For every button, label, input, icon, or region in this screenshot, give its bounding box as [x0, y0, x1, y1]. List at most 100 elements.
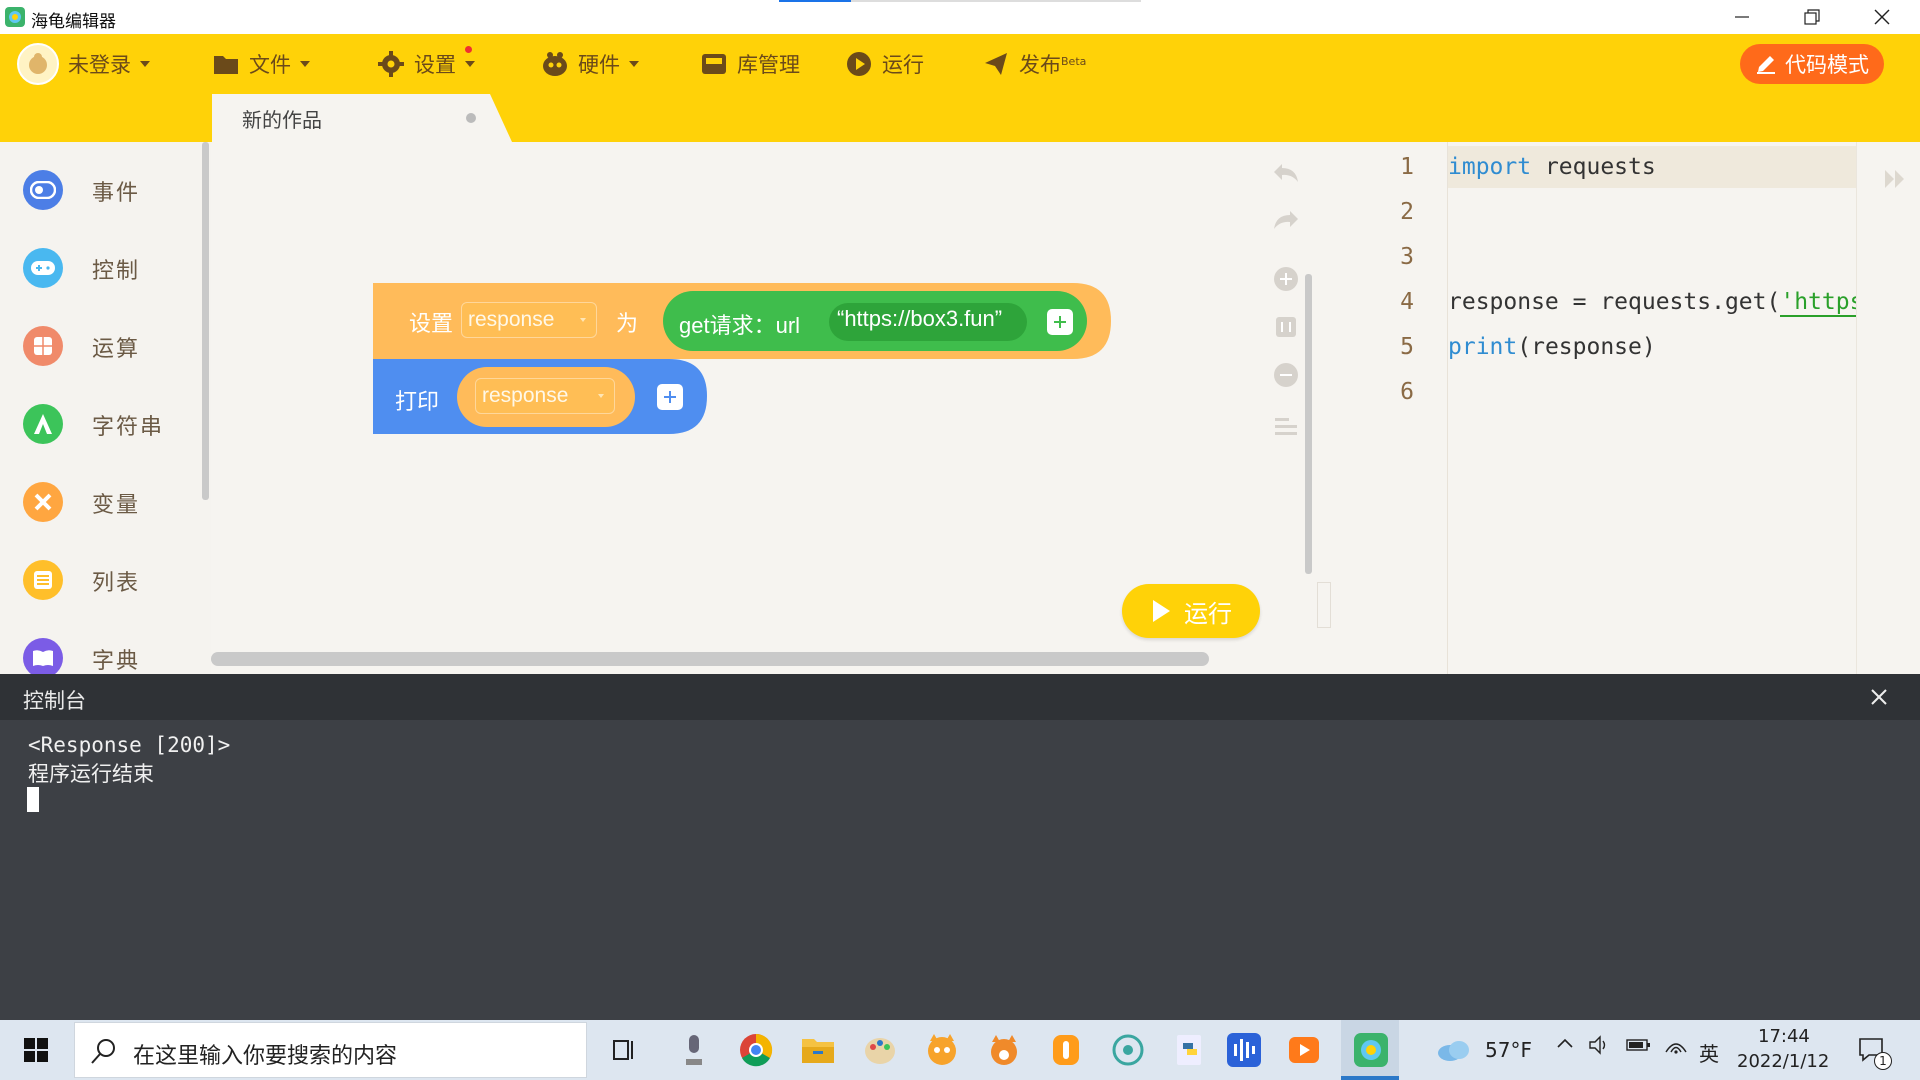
user-menu[interactable]: 未登录: [68, 48, 150, 80]
ime-indicator[interactable]: 英: [1699, 1038, 1719, 1067]
video-player-icon: [1289, 1037, 1319, 1063]
file-menu[interactable]: 文件: [212, 48, 310, 80]
search-placeholder: 在这里输入你要搜索的内容: [133, 1044, 398, 1069]
minimize-button[interactable]: [1712, 0, 1772, 34]
workspace-vertical-scrollbar[interactable]: [1305, 274, 1312, 574]
console-output[interactable]: <Response [200]> 程序运行结束: [0, 720, 1920, 1020]
sidebar-scrollbar[interactable]: [202, 142, 209, 500]
redo-icon: [1274, 211, 1298, 229]
taskbar-search-box[interactable]: 在这里输入你要搜索的内容: [74, 1022, 587, 1078]
volume-button[interactable]: [1588, 1034, 1612, 1061]
code-mode-button[interactable]: 代码模式: [1740, 44, 1884, 84]
avatar[interactable]: [17, 43, 59, 85]
beta-badge: Beta: [1061, 54, 1087, 68]
weather-temperature[interactable]: 57°F: [1485, 1038, 1532, 1062]
taskbar-app-python[interactable]: [1168, 1028, 1212, 1072]
zoom-out-button[interactable]: [1271, 360, 1301, 390]
clock-date[interactable]: 2022/1/12: [1737, 1051, 1829, 1072]
code-editor[interactable]: 1 2 3 4 5 6 import requests response = request…: [1317, 142, 1920, 674]
start-button[interactable]: [0, 1020, 72, 1080]
run-button-label: 运行: [1184, 599, 1232, 628]
category-control[interactable]: 控制: [0, 238, 200, 298]
palette-icon: [865, 1038, 895, 1064]
show-hidden-icons-button[interactable]: [1555, 1034, 1575, 1059]
taskbar-app-chrome[interactable]: [734, 1028, 778, 1072]
category-events[interactable]: 事件: [0, 160, 200, 220]
taskbar-app-scratch-2[interactable]: [982, 1028, 1026, 1072]
hardware-menu[interactable]: 硬件: [541, 48, 639, 80]
collapse-editor-button[interactable]: [1880, 164, 1910, 194]
code-keyword: print: [1448, 334, 1518, 360]
add-parameter-button[interactable]: [1047, 309, 1073, 335]
cleanup-button[interactable]: [1271, 412, 1301, 442]
taskbar-app-paint[interactable]: [858, 1028, 902, 1072]
run-toolbar-button[interactable]: 运行: [845, 48, 924, 80]
calculator-icon: [23, 326, 63, 366]
url-value[interactable]: “https://box3.fun”: [837, 306, 1002, 332]
plus-icon: [664, 391, 676, 403]
console-cursor: [27, 787, 39, 812]
close-console-button[interactable]: [1864, 682, 1894, 712]
code-line[interactable]: [1448, 371, 1856, 413]
run-button[interactable]: 运行: [1122, 584, 1260, 638]
category-operators[interactable]: 运算: [0, 316, 200, 376]
redo-button[interactable]: [1271, 205, 1301, 235]
set-variable-block[interactable]: 设置 response 为 get请求：url “https://box3.fu…: [373, 283, 1111, 359]
paper-plane-icon: [982, 50, 1010, 78]
taskbar-app-microphone[interactable]: [672, 1028, 716, 1072]
taskbar-app-orange[interactable]: [1044, 1028, 1088, 1072]
taskbar-app-video[interactable]: [1282, 1028, 1326, 1072]
category-lists[interactable]: 列表: [0, 550, 200, 610]
wifi-button[interactable]: [1664, 1034, 1688, 1061]
cloud-icon: [1438, 1041, 1469, 1061]
battery-icon: [1626, 1039, 1650, 1051]
taskbar-app-scratch[interactable]: [920, 1028, 964, 1072]
notification-center-button[interactable]: 1: [1850, 1028, 1894, 1072]
workspace-horizontal-scrollbar[interactable]: [211, 652, 1209, 666]
tab-strip: 新的作品: [0, 94, 1920, 142]
battery-button[interactable]: [1626, 1035, 1652, 1059]
library-manager-button[interactable]: 库管理: [700, 48, 800, 80]
close-window-button[interactable]: [1852, 0, 1912, 34]
close-icon: [1874, 9, 1890, 25]
get-request-block[interactable]: get请求：url “https://box3.fun”: [663, 291, 1087, 351]
reset-zoom-button[interactable]: [1271, 312, 1301, 342]
console-header: 控制台: [0, 674, 1920, 720]
task-view-button[interactable]: [602, 1028, 646, 1072]
book-icon: [23, 638, 63, 674]
clock-time[interactable]: 17:44: [1758, 1026, 1810, 1047]
restore-button[interactable]: [1782, 0, 1842, 34]
weather-widget[interactable]: [1434, 1028, 1474, 1072]
print-variable-dropdown[interactable]: response: [475, 378, 615, 414]
publish-button[interactable]: 发布 Beta: [982, 48, 1086, 80]
set-variable-dropdown[interactable]: response: [461, 302, 597, 338]
sound-wave-icon: [1227, 1033, 1261, 1067]
panel-resize-handle[interactable]: [1317, 582, 1331, 628]
tab-new-work[interactable]: 新的作品: [212, 94, 512, 142]
settings-menu[interactable]: 设置: [377, 46, 475, 80]
taskbar-app-turtle-editor[interactable]: [1349, 1028, 1393, 1072]
category-variables[interactable]: 变量: [0, 472, 200, 532]
run-label: 运行: [882, 53, 924, 77]
chevron-down-icon: [465, 61, 475, 67]
code-line[interactable]: response = requests.get('https://box3.fu…: [1448, 281, 1856, 323]
category-dictionary[interactable]: 字典: [0, 628, 200, 674]
windows-logo-icon: [24, 1038, 48, 1062]
taskbar-app-audio[interactable]: [1222, 1028, 1266, 1072]
zoom-in-button[interactable]: [1271, 264, 1301, 294]
print-block[interactable]: 打印 response: [373, 359, 707, 434]
undo-button[interactable]: [1271, 158, 1301, 188]
add-argument-button[interactable]: [657, 384, 683, 410]
code-area[interactable]: import requests response = requests.get('…: [1448, 142, 1856, 674]
taskbar-app-network[interactable]: [1106, 1028, 1150, 1072]
notification-dot: [465, 46, 472, 53]
taskbar-app-file-explorer[interactable]: [796, 1028, 840, 1072]
set-label: 设置: [409, 311, 454, 336]
code-line[interactable]: print(response): [1448, 326, 1856, 368]
category-label: 字典: [92, 649, 141, 674]
code-line[interactable]: [1448, 236, 1856, 278]
category-strings[interactable]: 字符串: [0, 394, 200, 454]
tab-label: 新的作品: [242, 108, 322, 132]
code-line[interactable]: import requests: [1448, 146, 1856, 188]
code-line[interactable]: [1448, 191, 1856, 233]
